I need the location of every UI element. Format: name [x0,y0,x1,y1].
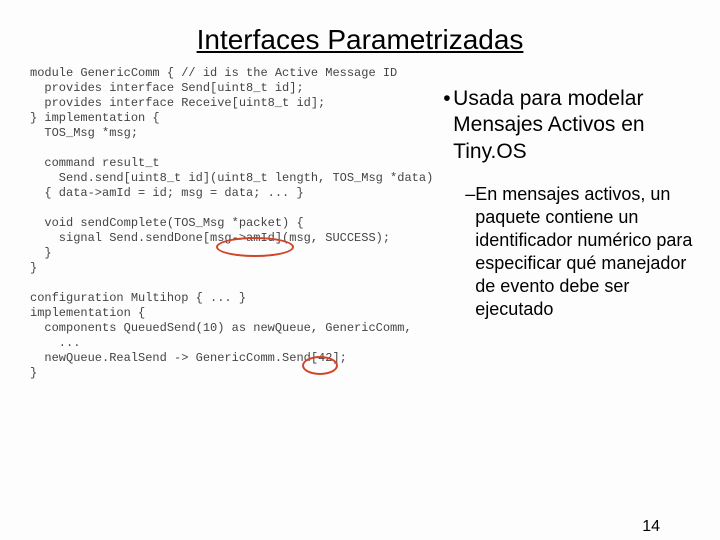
bullet-level-1: • Usada para modelar Mensajes Activos en… [443,86,710,165]
code-block: module GenericComm { // id is the Active… [30,66,433,381]
code-column: module GenericComm { // id is the Active… [30,66,433,381]
bullet1-text: Usada para modelar Mensajes Activos en T… [453,86,710,165]
bullet-dash: – [465,183,475,321]
bullet-level-2: – En mensajes activos, un paquete contie… [465,183,710,321]
bullet-dot: • [443,86,453,165]
slide-title: Interfaces Parametrizadas [0,24,720,56]
content-area: module GenericComm { // id is the Active… [0,66,720,381]
text-column: • Usada para modelar Mensajes Activos en… [433,66,710,381]
bullet2-text: En mensajes activos, un paquete contiene… [475,183,710,321]
page-number: 14 [642,518,660,536]
